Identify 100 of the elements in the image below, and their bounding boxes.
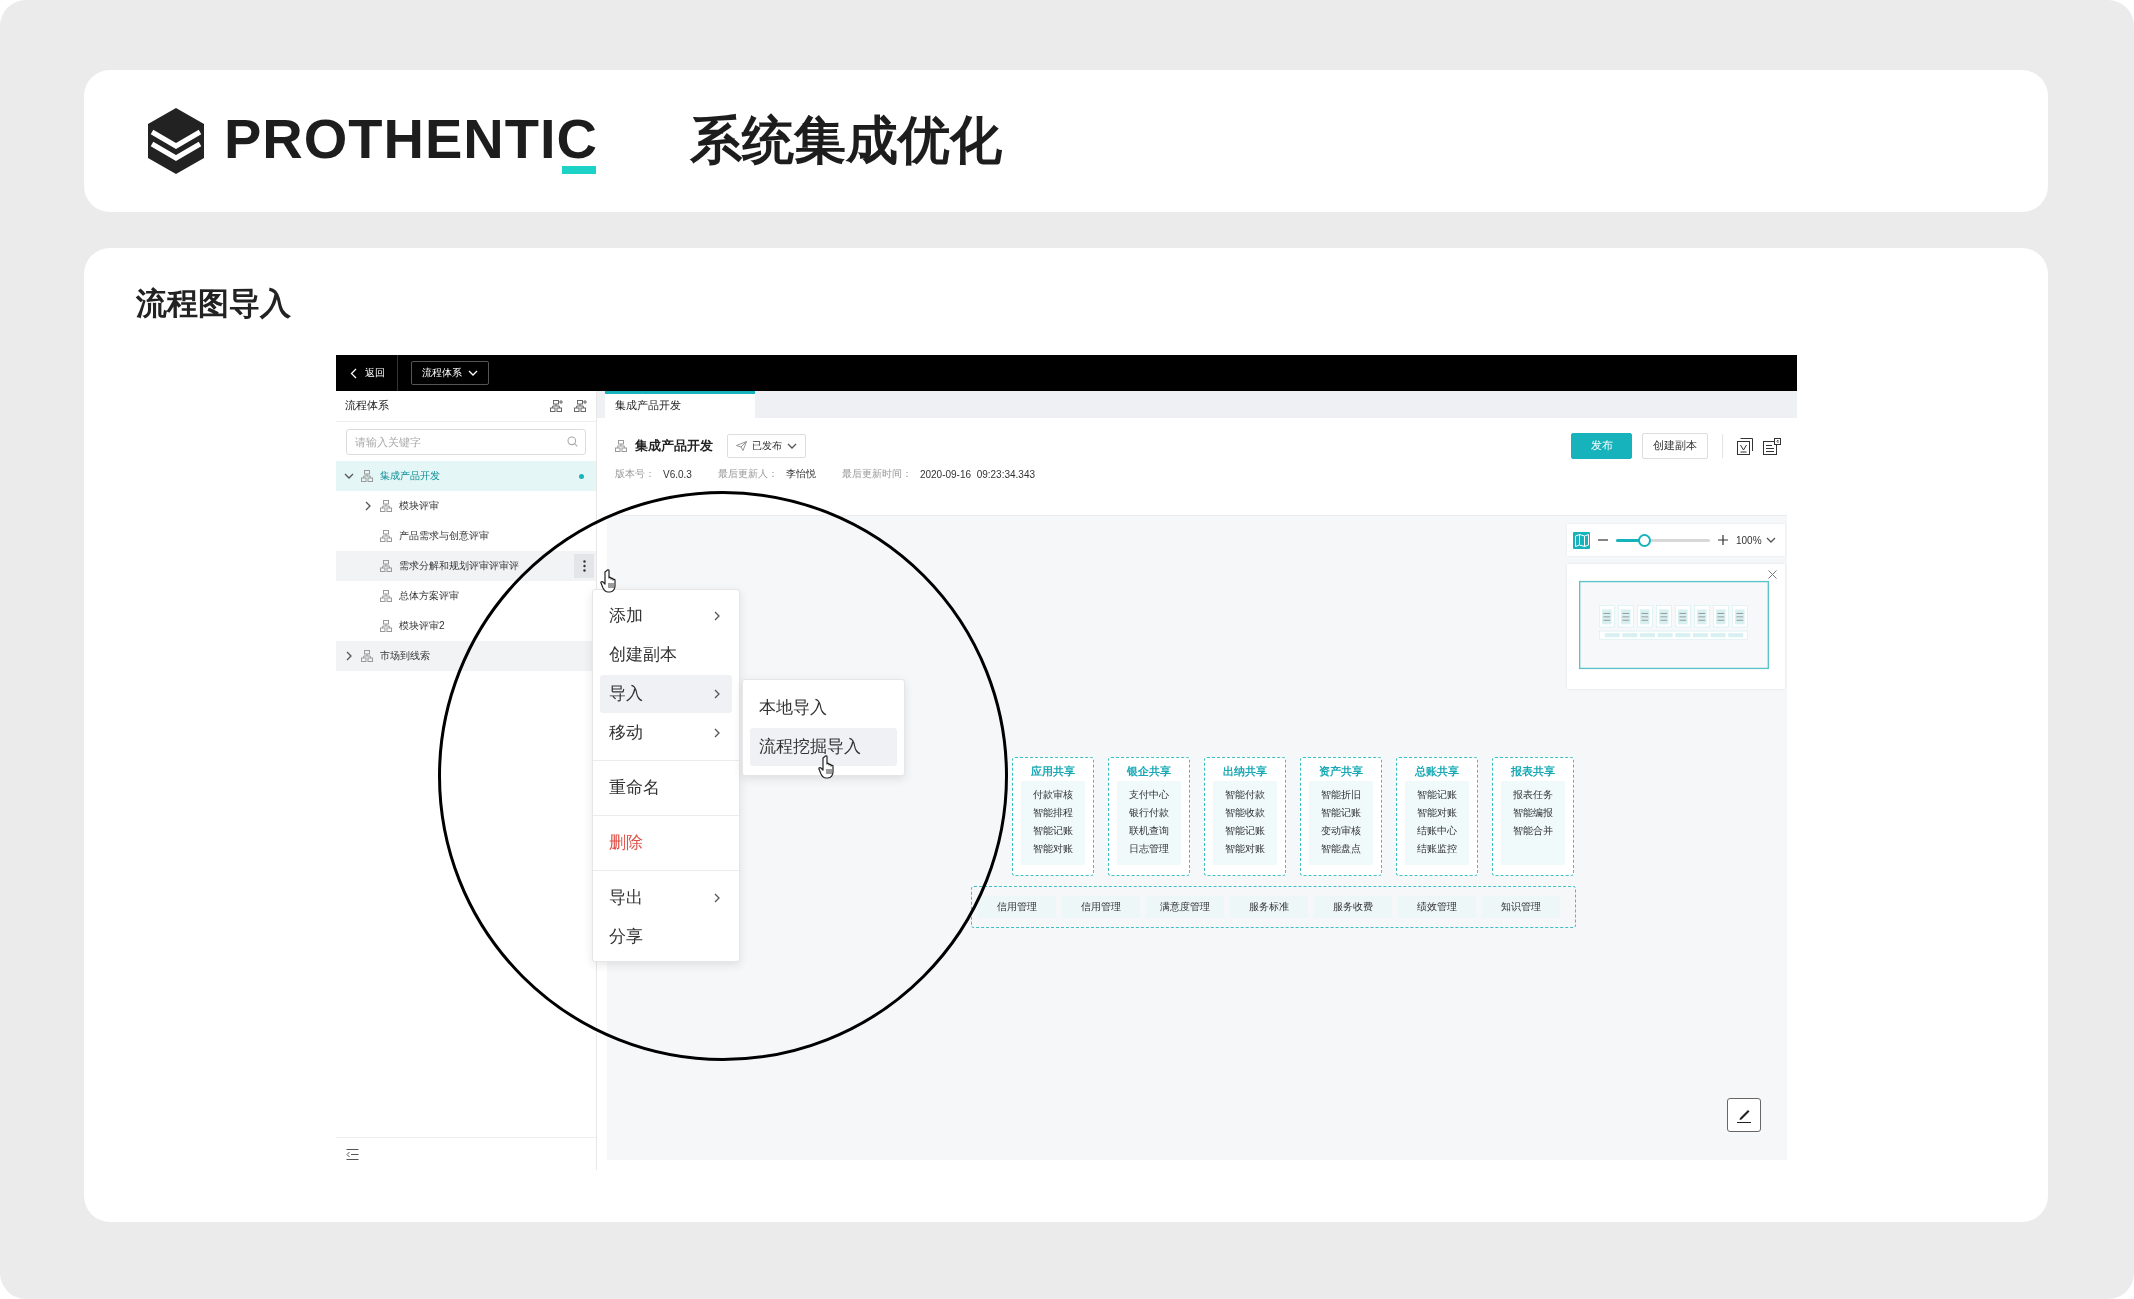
search-field[interactable]: 请输入关键字 bbox=[346, 429, 586, 455]
process-label: 智能收款 bbox=[1225, 806, 1265, 820]
more-button[interactable] bbox=[574, 554, 594, 578]
process-label: 智能记账 bbox=[1321, 806, 1361, 820]
group-title: 资产共享 bbox=[1319, 765, 1363, 779]
chevron-down-icon bbox=[787, 441, 797, 451]
process-label: 智能对账 bbox=[1417, 806, 1457, 820]
process-label: 智能盘点 bbox=[1321, 842, 1361, 856]
document-icon[interactable] bbox=[1763, 437, 1781, 455]
meta-label: 版本号： bbox=[615, 467, 655, 481]
back-link[interactable]: 返回 bbox=[336, 355, 398, 391]
meta-value: V6.0.3 bbox=[663, 468, 692, 480]
more-icon bbox=[582, 560, 586, 572]
service-item: 服务标准 bbox=[1230, 896, 1308, 918]
back-icon bbox=[350, 367, 357, 379]
search-icon bbox=[567, 436, 578, 447]
service-item: 服务收费 bbox=[1314, 896, 1392, 918]
process-label: 智能对账 bbox=[1225, 842, 1265, 856]
menu-item[interactable]: 本地导入 bbox=[750, 689, 897, 727]
menu-item[interactable]: 创建副本 bbox=[600, 636, 732, 674]
process-label: 智能合并 bbox=[1513, 824, 1553, 838]
add-node-icon[interactable] bbox=[550, 399, 564, 413]
tree-item[interactable]: 集成产品开发 bbox=[336, 461, 596, 491]
group-title: 报表共享 bbox=[1511, 765, 1555, 779]
copy-button[interactable]: 创建副本 bbox=[1642, 433, 1708, 459]
menu-item[interactable]: 添加 bbox=[600, 597, 732, 635]
logo-wordmark: PROTHENTIC bbox=[224, 104, 598, 178]
send-icon bbox=[736, 441, 747, 451]
system-dropdown[interactable]: 流程体系 bbox=[411, 361, 489, 385]
process-icon bbox=[380, 590, 392, 602]
chevron-down-icon[interactable] bbox=[344, 471, 354, 481]
process-label: 智能排程 bbox=[1033, 806, 1073, 820]
meta-value: 李怡悦 bbox=[785, 467, 816, 481]
tree-item[interactable]: 模块评审 bbox=[336, 491, 596, 521]
process-label: 变动审核 bbox=[1321, 824, 1361, 838]
process-label: 日志管理 bbox=[1129, 842, 1169, 856]
group-title: 银企共享 bbox=[1127, 765, 1171, 779]
tree-item[interactable]: 模块评审2 bbox=[336, 611, 596, 641]
zoom-slider[interactable] bbox=[1616, 533, 1710, 547]
process-label: 报表任务 bbox=[1513, 788, 1553, 802]
service-item: 信用管理 bbox=[978, 896, 1056, 918]
process-icon bbox=[361, 650, 373, 662]
process-icon bbox=[380, 530, 392, 542]
process-icon bbox=[380, 620, 392, 632]
process-label: 智能对账 bbox=[1033, 842, 1073, 856]
process-label: 银行付款 bbox=[1129, 806, 1169, 820]
chevron-right-icon[interactable] bbox=[344, 651, 354, 661]
menu-item[interactable]: 导入 bbox=[600, 675, 732, 713]
menu-item[interactable]: 移动 bbox=[600, 714, 732, 752]
pencil-icon bbox=[1736, 1107, 1752, 1123]
service-item: 绩效管理 bbox=[1398, 896, 1476, 918]
process-icon bbox=[380, 500, 392, 512]
process-label: 智能编报 bbox=[1513, 806, 1553, 820]
menu-item[interactable]: 分享 bbox=[600, 918, 732, 956]
group-title: 应用共享 bbox=[1031, 765, 1075, 779]
tree-item[interactable]: 需求分解和规划评审评审评 bbox=[336, 551, 596, 581]
process-label: 智能付款 bbox=[1225, 788, 1265, 802]
meta-label: 最后更新时间： bbox=[841, 467, 912, 481]
chevron-down-icon bbox=[468, 368, 478, 378]
map-button[interactable] bbox=[1573, 531, 1590, 549]
process-label: 结账中心 bbox=[1417, 824, 1457, 838]
process-label: 结账监控 bbox=[1417, 842, 1457, 856]
process-icon bbox=[380, 560, 392, 572]
process-label: 支付中心 bbox=[1129, 788, 1169, 802]
close-icon[interactable] bbox=[1768, 570, 1777, 579]
section-title: 流程图导入 bbox=[136, 288, 292, 323]
map-icon bbox=[1574, 533, 1589, 547]
edit-button[interactable] bbox=[1727, 1098, 1761, 1132]
chevron-right-icon[interactable] bbox=[363, 501, 373, 511]
menu-item[interactable]: 导出 bbox=[600, 879, 732, 917]
service-item: 满意度管理 bbox=[1146, 896, 1224, 918]
tree-item[interactable]: 产品需求与创意评审 bbox=[336, 521, 596, 551]
tab[interactable]: 集成产品开发 bbox=[605, 391, 755, 418]
process-label: 智能记账 bbox=[1225, 824, 1265, 838]
status-dropdown[interactable]: 已发布 bbox=[727, 434, 806, 458]
process-icon bbox=[615, 440, 627, 452]
add-branch-icon[interactable] bbox=[574, 399, 588, 413]
process-label: 付款审核 bbox=[1033, 788, 1073, 802]
menu-item[interactable]: 重命名 bbox=[600, 769, 732, 807]
document-title: 集成产品开发 bbox=[635, 437, 713, 455]
group-title: 总账共享 bbox=[1415, 765, 1459, 779]
service-item: 知识管理 bbox=[1482, 896, 1560, 918]
zoom-in-icon[interactable] bbox=[1718, 535, 1728, 545]
process-label: 智能折旧 bbox=[1321, 788, 1361, 802]
process-label: 智能记账 bbox=[1033, 824, 1073, 838]
meta-value: 2020-09-16 09:23:34.343 bbox=[919, 468, 1036, 480]
chevron-down-icon bbox=[1765, 535, 1776, 545]
zoom-dropdown[interactable]: 100% bbox=[1736, 534, 1776, 546]
collapse-icon[interactable] bbox=[346, 1148, 359, 1160]
page-title: 系统集成优化 bbox=[690, 110, 1002, 171]
process-label: 联机查询 bbox=[1129, 824, 1169, 838]
process-icon bbox=[361, 470, 373, 482]
tree-item[interactable]: 总体方案评审 bbox=[336, 581, 596, 611]
process-label: 智能记账 bbox=[1417, 788, 1457, 802]
menu-item[interactable]: 删除 bbox=[600, 824, 732, 862]
group-title: 出纳共享 bbox=[1223, 765, 1267, 779]
menu-item[interactable]: 流程挖掘导入 bbox=[750, 728, 897, 766]
logo-icon bbox=[146, 106, 206, 176]
version-icon[interactable] bbox=[1737, 437, 1753, 455]
sidebar-title: 流程体系 bbox=[345, 399, 389, 413]
